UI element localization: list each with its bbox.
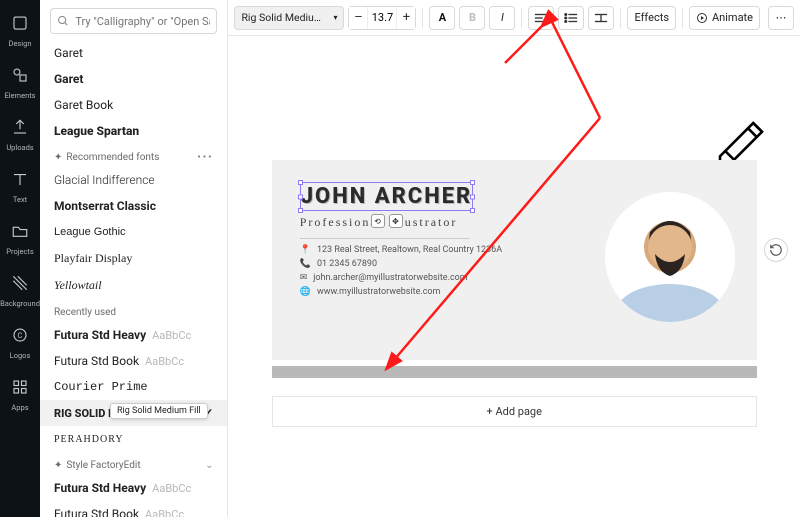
chevron-down-icon: ▾: [333, 13, 337, 22]
font-option[interactable]: Garet: [40, 40, 227, 66]
nav-text[interactable]: Text: [0, 162, 40, 214]
italic-button[interactable]: I: [489, 6, 515, 30]
nav-uploads[interactable]: Uploads: [0, 110, 40, 162]
font-family-label: Rig Solid Mediu…: [241, 11, 320, 24]
phone-icon: 📞: [300, 259, 311, 269]
nav-elements[interactable]: Elements: [0, 58, 40, 110]
name-text-selected[interactable]: JOHN ARCHER ⟲✥: [300, 182, 474, 211]
search-icon: [57, 14, 69, 28]
nav-logos[interactable]: CLogos: [0, 318, 40, 370]
canvas-body[interactable]: JOHN ARCHER ⟲✥ Professional Illustrator …: [228, 36, 800, 517]
nav-projects[interactable]: Projects: [0, 214, 40, 266]
font-size-increase[interactable]: +: [397, 7, 415, 29]
font-option[interactable]: Montserrat Classic: [40, 193, 227, 219]
more-button[interactable]: ⋯: [768, 6, 794, 30]
app-nav: DesignElementsUploadsTextProjectsBackgro…: [0, 0, 40, 517]
svg-text:C: C: [18, 331, 23, 340]
nav-design[interactable]: Design: [0, 6, 40, 58]
font-option[interactable]: Futura Std HeavyAaBbCc: [40, 475, 227, 501]
font-option[interactable]: Garet Book: [40, 92, 227, 118]
font-option[interactable]: Courier Prime: [40, 374, 227, 400]
spacing-button[interactable]: [588, 6, 614, 30]
search-input[interactable]: [75, 15, 210, 28]
font-option[interactable]: League Spartan: [40, 118, 227, 144]
font-option[interactable]: Garet: [40, 66, 227, 92]
card-name: JOHN ARCHER: [301, 184, 473, 209]
font-section-header: ✦Style FactoryEdit⌄: [40, 452, 227, 475]
globe-icon: 🌐: [300, 287, 311, 297]
page-strip[interactable]: [272, 366, 757, 378]
font-option[interactable]: Futura Std HeavyAaBbCc: [40, 322, 227, 348]
font-option[interactable]: PERAHDORY: [40, 426, 227, 452]
list-button[interactable]: [558, 6, 584, 30]
business-card[interactable]: JOHN ARCHER ⟲✥ Professional Illustrator …: [272, 160, 757, 360]
rotate-handle[interactable]: ⟲✥: [371, 214, 403, 228]
effects-button[interactable]: Effects: [627, 6, 676, 30]
text-color-button[interactable]: A: [429, 6, 455, 30]
font-option[interactable]: League Gothic: [40, 219, 227, 245]
avatar: [605, 192, 735, 322]
bold-button[interactable]: B: [459, 6, 485, 30]
font-option[interactable]: Playfair Display: [40, 245, 227, 272]
animate-button[interactable]: Animate: [689, 6, 760, 30]
font-size-decrease[interactable]: –: [349, 7, 367, 29]
refresh-button[interactable]: [764, 238, 788, 262]
font-option[interactable]: Yellowtail: [40, 272, 227, 299]
animate-icon: [696, 12, 708, 24]
pin-icon: 📍: [300, 245, 311, 255]
font-size-group: – +: [348, 6, 416, 30]
font-family-dropdown[interactable]: Rig Solid Mediu… ▾: [234, 6, 344, 30]
font-tooltip: Rig Solid Medium Fill: [110, 403, 208, 419]
nav-apps[interactable]: Apps: [0, 370, 40, 422]
font-section-header: ✦Recommended fonts•••: [40, 144, 227, 167]
font-size-input[interactable]: [367, 7, 397, 29]
font-option[interactable]: Glacial Indifference: [40, 167, 227, 193]
canvas-area: Rig Solid Mediu… ▾ – + A B I Effects Ani…: [228, 0, 800, 517]
font-option[interactable]: Futura Std BookAaBbCc: [40, 348, 227, 374]
font-option[interactable]: Futura Std BookAaBbCc: [40, 501, 227, 517]
align-button[interactable]: [528, 6, 554, 30]
mail-icon: ✉: [300, 273, 308, 283]
font-search[interactable]: [50, 8, 217, 34]
add-page-button[interactable]: + Add page: [272, 396, 757, 427]
font-section-header: Recently used: [40, 299, 227, 322]
font-panel: GaretGaretGaret BookLeague Spartan✦Recom…: [40, 0, 228, 517]
font-list[interactable]: GaretGaretGaret BookLeague Spartan✦Recom…: [40, 40, 227, 517]
nav-background[interactable]: Background: [0, 266, 40, 318]
editor-toolbar: Rig Solid Mediu… ▾ – + A B I Effects Ani…: [228, 0, 800, 36]
